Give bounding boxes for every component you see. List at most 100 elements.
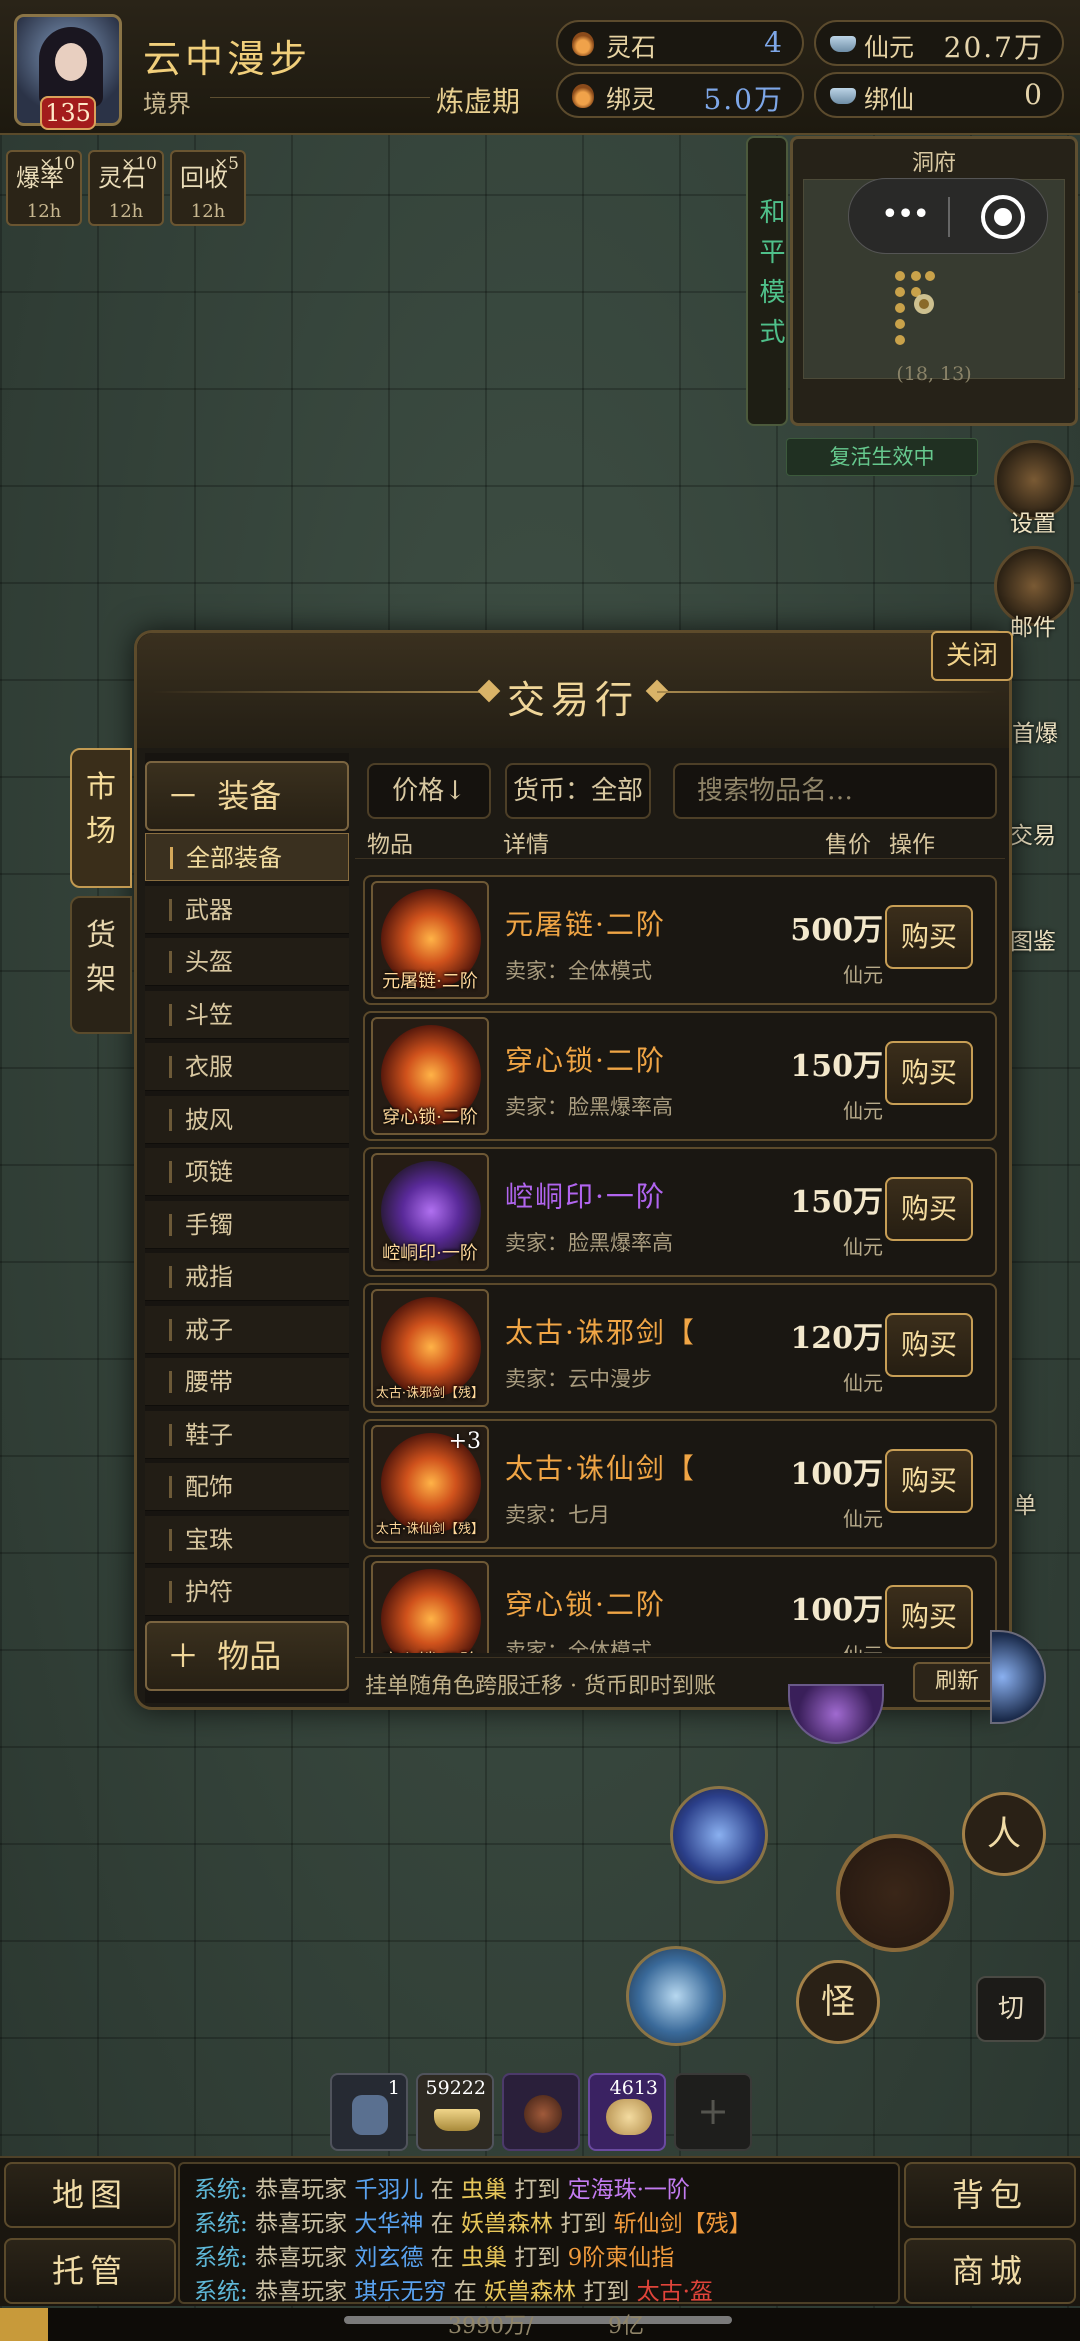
add-icon[interactable]: + bbox=[674, 2073, 752, 2151]
listing-row[interactable]: 崆峒印·一阶 崆峒印·一阶 卖家：脸黑爆率高 150万 仙元 购买 bbox=[363, 1147, 997, 1277]
chat-place: 妖兽森林 bbox=[484, 2279, 576, 2304]
chat-item[interactable]: 斩仙剑【残】 bbox=[614, 2211, 752, 2237]
buy-button[interactable]: 购买 bbox=[885, 1585, 973, 1649]
item-thumbnail[interactable]: 穿心锁·二阶 bbox=[371, 1017, 489, 1135]
listing-list: 元屠链·二阶 元屠链·二阶 卖家：全体模式 500万 仙元 购买 穿心锁·二阶 穿心锁·二阶卖… bbox=[137, 633, 1009, 1653]
map-button[interactable]: 地图 bbox=[4, 2162, 176, 2228]
buff-recycle[interactable]: 回收 ×5 12h bbox=[170, 150, 246, 226]
item-thumbnail[interactable]: 崆峒印·一阶 bbox=[371, 1153, 489, 1271]
listing-row[interactable]: 穿心锁·二阶穿心锁·二阶卖家：全体模式100万仙元购买 bbox=[363, 1555, 997, 1653]
buy-button[interactable]: 购买 bbox=[885, 1449, 973, 1513]
tab-market[interactable]: 市场 bbox=[70, 748, 132, 888]
peace-mode-label: 和平模式 bbox=[755, 198, 785, 358]
quickbar-slot-orb[interactable] bbox=[502, 2073, 580, 2151]
resource-value: 5.0万 bbox=[703, 83, 784, 116]
home-indicator bbox=[344, 2316, 732, 2324]
joystick-button[interactable] bbox=[836, 1834, 954, 1952]
backpack-button[interactable]: 背包 bbox=[904, 2162, 1076, 2228]
resource-label: 灵石 bbox=[606, 33, 657, 62]
resource-bound-spirit[interactable]: 绑灵 5.0万 bbox=[556, 72, 804, 118]
gold-ingot-icon bbox=[434, 2109, 480, 2131]
chat-item[interactable]: 9阶柬仙指 bbox=[568, 2245, 675, 2271]
skill-frost-icon[interactable] bbox=[990, 1630, 1046, 1724]
refresh-button[interactable]: 刷新 bbox=[913, 1662, 1001, 1702]
resource-label: 仙元 bbox=[864, 33, 915, 62]
system-chat-log[interactable]: 系统: 恭喜玩家 千羽儿 在 虫巢 打到 定海珠·一阶 系统: 恭喜玩家 大华神 … bbox=[178, 2162, 900, 2304]
skill-star-icon[interactable] bbox=[670, 1786, 768, 1884]
skill-violet-icon[interactable] bbox=[788, 1684, 884, 1744]
revive-status: 复活生效中 bbox=[786, 438, 978, 476]
thumbnail-caption: 太古·诛仙剑【残】 bbox=[375, 1522, 485, 1537]
exp-status-bar bbox=[0, 2308, 1080, 2341]
quickbar-slot-tablet[interactable]: 1 bbox=[330, 2073, 408, 2151]
item-thumbnail[interactable]: +3 太古·诛仙剑【残】 bbox=[371, 1425, 489, 1543]
ingot-icon bbox=[830, 88, 856, 104]
chat-text: 在 bbox=[453, 2279, 477, 2304]
chat-item[interactable]: 定海珠·一阶 bbox=[568, 2177, 690, 2203]
item-thumbnail[interactable]: 元屠链·二阶 bbox=[371, 881, 489, 999]
exp-max: 9亿 bbox=[608, 2314, 644, 2339]
minimap-coordinates: (18, 13) bbox=[896, 363, 972, 385]
skill-compass-icon[interactable] bbox=[626, 1946, 726, 2046]
more-dots-icon[interactable]: ••• bbox=[881, 197, 930, 232]
buff-drop-rate[interactable]: 爆率 ×10 12h bbox=[6, 150, 82, 226]
buy-button[interactable]: 购买 bbox=[885, 1313, 973, 1377]
resource-xianyuan[interactable]: 仙元 20.7万 bbox=[814, 20, 1064, 66]
chat-prefix: 系统: bbox=[194, 2211, 248, 2237]
item-thumbnail[interactable]: 太古·诛邪剑【残】 bbox=[371, 1289, 489, 1407]
buff-time: 12h bbox=[190, 201, 226, 222]
listing-row[interactable]: 元屠链·二阶 元屠链·二阶 卖家：全体模式 500万 仙元 购买 bbox=[363, 875, 997, 1005]
chat-text: 打到 bbox=[583, 2279, 630, 2304]
buy-button[interactable]: 购买 bbox=[885, 1041, 973, 1105]
settings-label: 设置 bbox=[1010, 511, 1056, 537]
item-price: 150万 bbox=[790, 1049, 883, 1084]
buy-button[interactable]: 购买 bbox=[885, 1177, 973, 1241]
miniprogram-capsule[interactable]: ••• bbox=[848, 178, 1048, 254]
close-target-icon[interactable] bbox=[981, 195, 1025, 239]
item-price: 150万 bbox=[790, 1185, 883, 1220]
chat-text: 恭喜玩家 bbox=[255, 2211, 348, 2237]
shop-button[interactable]: 商城 bbox=[904, 2238, 1076, 2304]
chat-text: 在 bbox=[430, 2177, 454, 2203]
quickbar-count: 4613 bbox=[609, 2077, 658, 2099]
listing-row[interactable]: 太古·诛邪剑【残】 太古·诛邪剑【 卖家：云中漫步 120万 仙元 购买 bbox=[363, 1283, 997, 1413]
thumbnail-caption: 崆峒印·一阶 bbox=[382, 1243, 478, 1264]
item-price: 100万 bbox=[790, 1457, 883, 1492]
buff-count: ×10 bbox=[39, 154, 75, 174]
chat-item[interactable]: 太古·盔 bbox=[637, 2279, 713, 2302]
chat-player-name[interactable]: 千羽儿 bbox=[354, 2177, 423, 2203]
target-player-button[interactable]: 人 bbox=[962, 1792, 1046, 1876]
peace-mode-toggle[interactable]: 和平模式 bbox=[746, 136, 788, 426]
avatar-face bbox=[55, 43, 87, 81]
item-seller: 卖家：全体模式 bbox=[505, 959, 652, 983]
buff-spirit-stone[interactable]: 灵石 ×10 12h bbox=[88, 150, 164, 226]
quickbar-slot-pouch[interactable]: 4613 bbox=[588, 2073, 666, 2151]
chat-place: 妖兽森林 bbox=[461, 2211, 553, 2237]
minimap-title: 洞府 bbox=[911, 151, 956, 176]
tab-shelf[interactable]: 货架 bbox=[70, 896, 132, 1034]
quickbar-count: 1 bbox=[387, 2077, 400, 2099]
resource-bound-xian[interactable]: 绑仙 0 bbox=[814, 72, 1064, 118]
switch-target-button[interactable]: 切 bbox=[976, 1976, 1046, 2042]
quickbar-slot-ingot[interactable]: 59222 bbox=[416, 2073, 494, 2151]
buy-button[interactable]: 购买 bbox=[885, 905, 973, 969]
realm-divider bbox=[210, 97, 430, 98]
chat-player-name[interactable]: 琪乐无穷 bbox=[354, 2279, 446, 2302]
chat-prefix: 系统: bbox=[194, 2177, 248, 2203]
item-thumbnail[interactable]: 穿心锁·二阶 bbox=[371, 1561, 489, 1653]
item-seller: 卖家：脸黑爆率高 bbox=[505, 1231, 673, 1255]
chat-player-name[interactable]: 刘玄德 bbox=[354, 2245, 423, 2271]
dark-orb-icon bbox=[524, 2095, 562, 2133]
listing-row[interactable]: +3 太古·诛仙剑【残】 太古·诛仙剑【 卖家：七月 100万 仙元 购买 bbox=[363, 1419, 997, 1549]
realm-label: 境界 bbox=[143, 90, 191, 118]
listing-row[interactable]: 穿心锁·二阶 穿心锁·二阶 卖家：脸黑爆率高 150万 仙元 购买 bbox=[363, 1011, 997, 1141]
trading-house-modal: 交易行 关闭 － 装备 全部装备 武器 头盔 斗笠 衣服 披风 项链 手镯 戒指 戒子 腰带 鞋子 配饰… bbox=[134, 630, 1013, 1710]
quickbar-count: 59222 bbox=[425, 2077, 486, 2099]
auto-play-button[interactable]: 托管 bbox=[4, 2238, 176, 2304]
resource-spirit-stone[interactable]: 灵石 4 bbox=[556, 20, 804, 66]
modal-footer: 挂单随角色跨服迁移 · 货币即时到账 刷新 bbox=[355, 1657, 1005, 1705]
chat-text: 在 bbox=[430, 2245, 454, 2271]
chat-player-name[interactable]: 大华神 bbox=[354, 2211, 423, 2237]
item-currency: 仙元 bbox=[843, 1235, 883, 1259]
target-monster-button[interactable]: 怪 bbox=[796, 1960, 880, 2044]
